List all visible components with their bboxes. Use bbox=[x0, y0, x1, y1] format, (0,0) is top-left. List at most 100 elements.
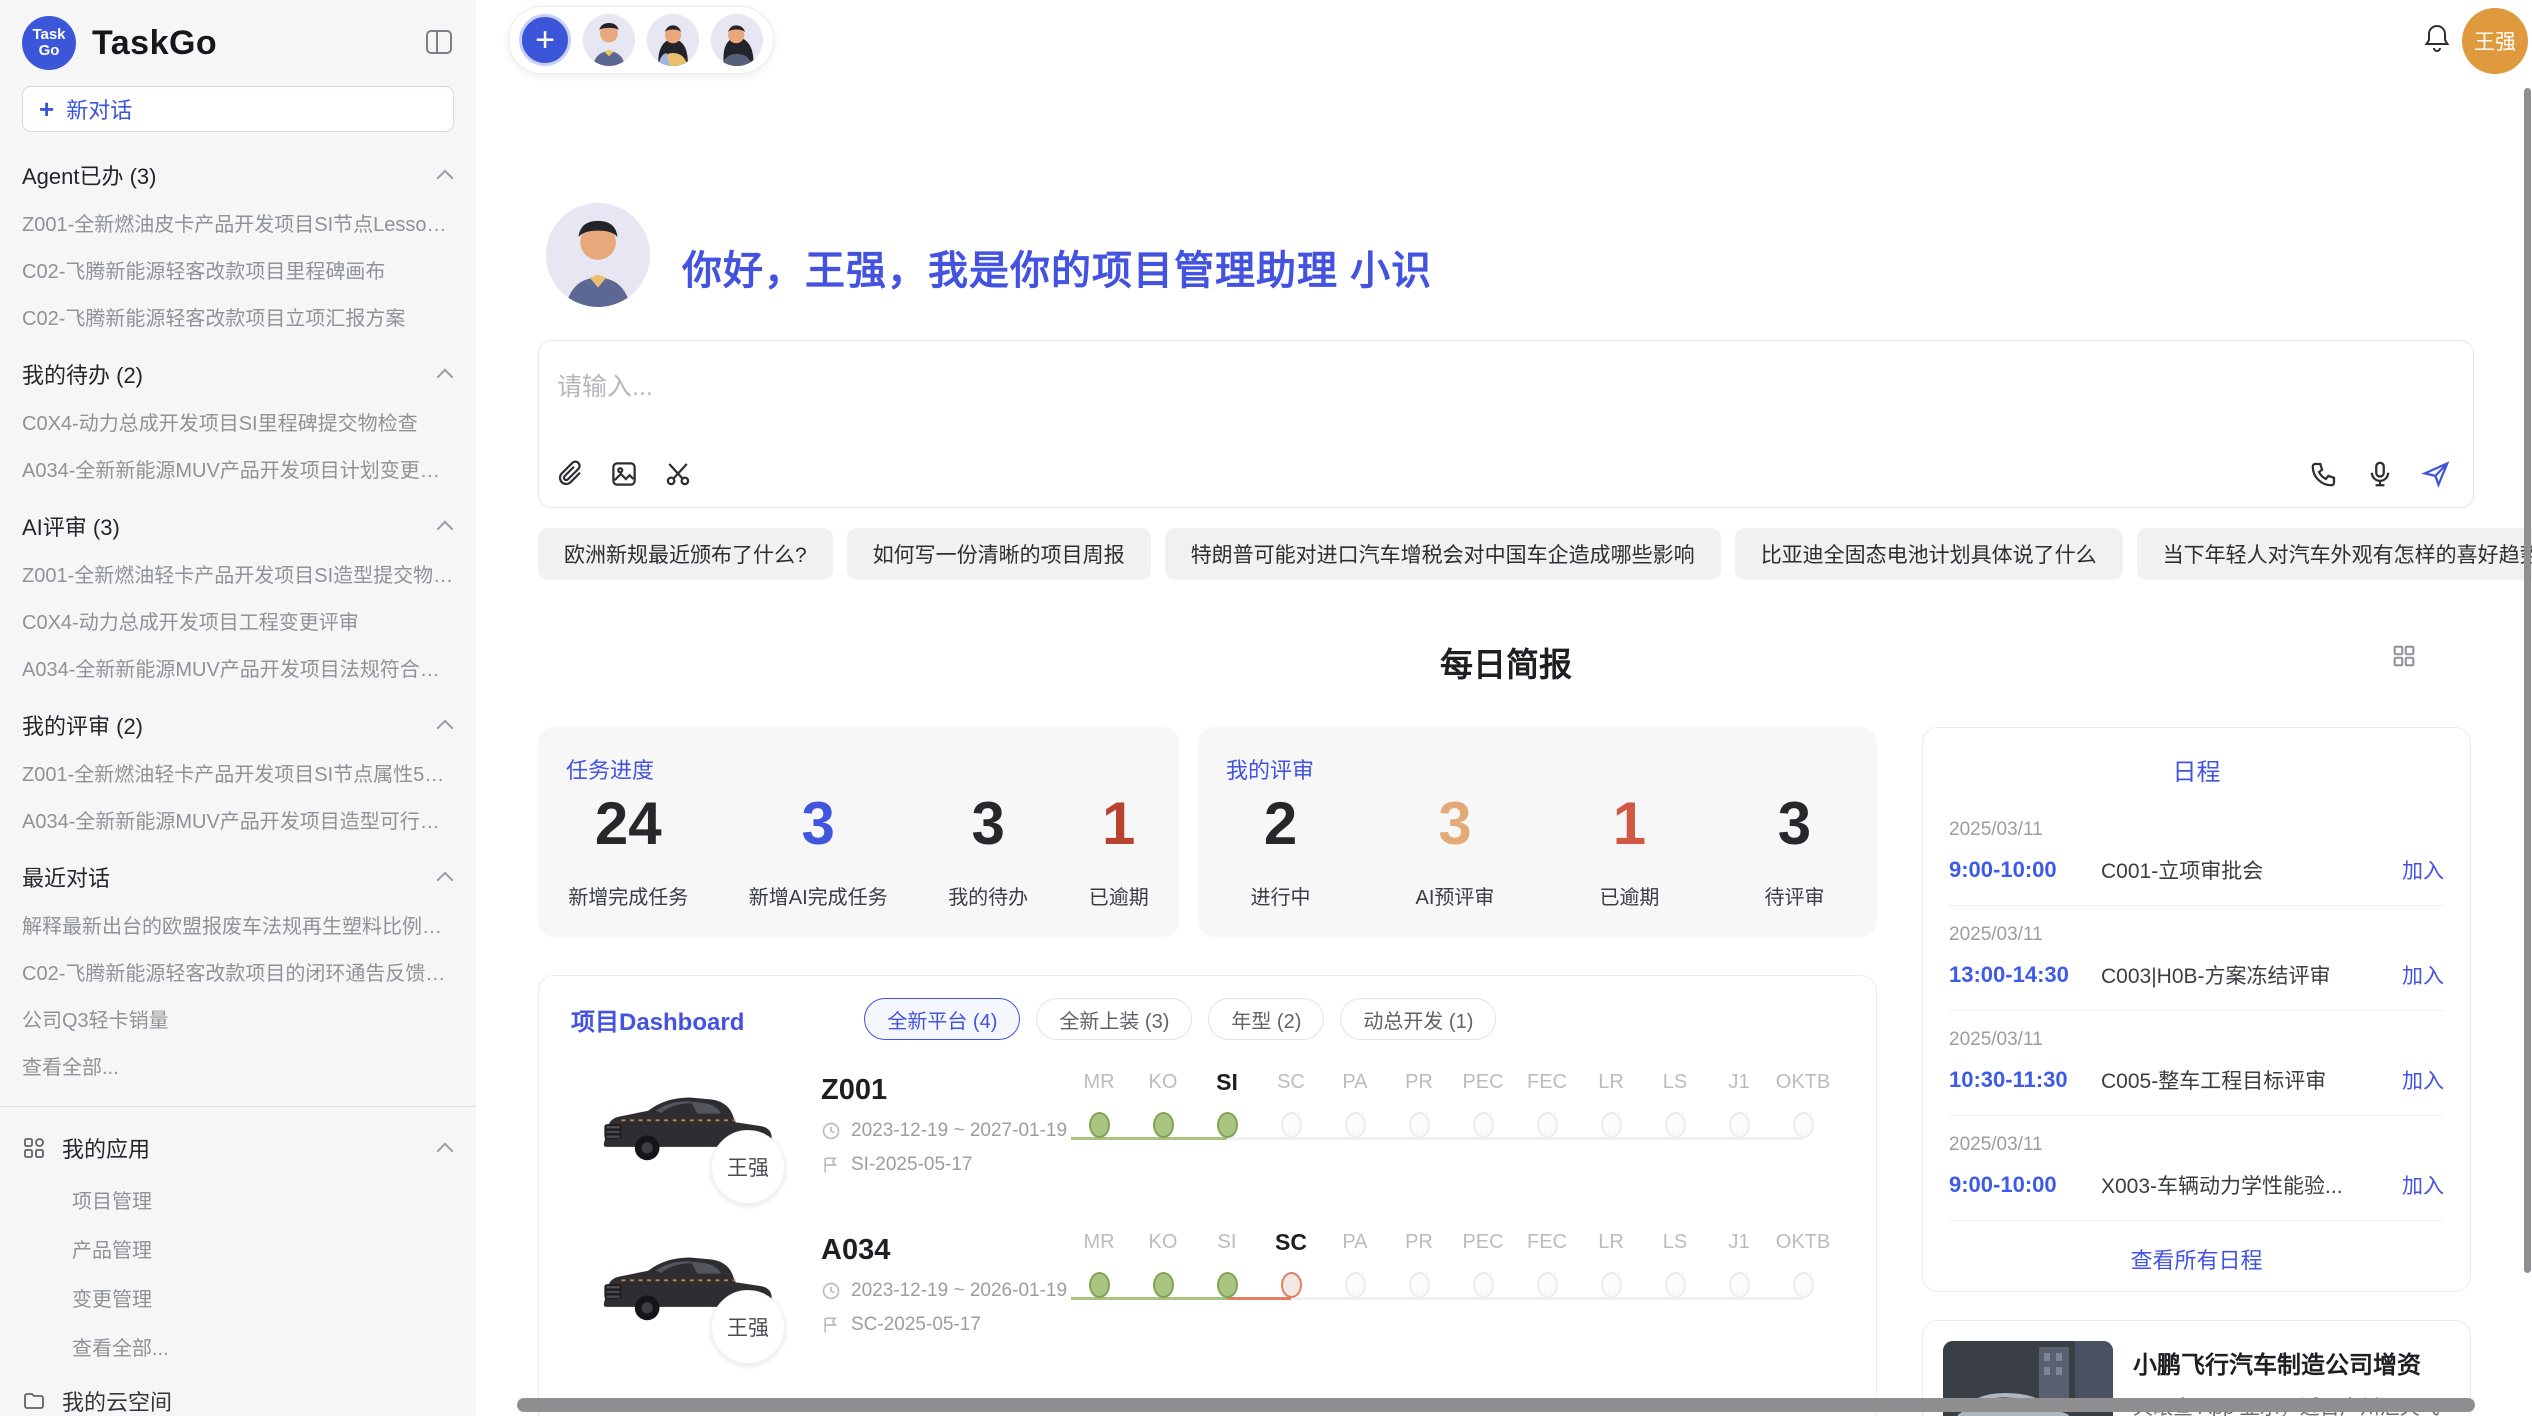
list-item[interactable]: A034-全新新能源MUV产品开发项目法规符合性评审 bbox=[22, 653, 454, 682]
phone-icon[interactable] bbox=[2309, 459, 2341, 491]
milestone-stop: LR bbox=[1583, 1068, 1639, 1138]
suggestion-chip[interactable]: 欧洲新规最近颁布了什么? bbox=[538, 528, 833, 580]
suggestion-chip[interactable]: 比亚迪全固态电池计划具体说了什么 bbox=[1735, 528, 2123, 580]
filter-tab-year-model[interactable]: 年型 (2) bbox=[1208, 998, 1324, 1040]
section-header-my-review[interactable]: 我的评审 (2) bbox=[22, 710, 454, 740]
new-chat-button[interactable]: + 新对话 bbox=[22, 86, 454, 132]
schedule-event[interactable]: 2025/03/11 10:30-11:30 C005-整车工程目标评审 加入 bbox=[1923, 1011, 2470, 1115]
list-item[interactable]: 公司Q3轻卡销量 bbox=[22, 1004, 454, 1033]
image-icon[interactable] bbox=[609, 459, 641, 491]
card-title: 任务进度 bbox=[566, 753, 654, 785]
milestone-stop-current: SI bbox=[1199, 1068, 1255, 1138]
schedule-event[interactable]: 2025/03/11 9:00-10:00 X003-车辆动力学性能验... 加… bbox=[1923, 1116, 2470, 1220]
schedule-event[interactable]: 2025/03/11 9:00-10:00 C001-立项审批会 加入 bbox=[1923, 801, 2470, 905]
join-link[interactable]: 加入 bbox=[2402, 1065, 2444, 1095]
user-name: 王强 bbox=[2474, 26, 2516, 56]
section-header-agent-done[interactable]: Agent已办 (3) bbox=[22, 160, 454, 190]
chevron-up-icon[interactable] bbox=[438, 167, 454, 183]
list-item[interactable]: C02-飞腾新能源轻客改款项目的闭环通告反馈情况 bbox=[22, 957, 454, 986]
stat-value: 1 bbox=[1599, 789, 1659, 859]
microphone-icon[interactable] bbox=[2365, 459, 2397, 491]
apps-grid-icon bbox=[22, 1136, 46, 1160]
milestone-stop: KO bbox=[1135, 1228, 1191, 1298]
suggestion-chip[interactable]: 如何写一份清晰的项目周报 bbox=[847, 528, 1151, 580]
view-all-conversations[interactable]: 查看全部... bbox=[22, 1051, 454, 1080]
event-date: 2025/03/11 bbox=[1949, 1134, 2444, 1156]
notifications-bell-icon[interactable] bbox=[2422, 22, 2452, 54]
view-all-apps[interactable]: 查看全部... bbox=[72, 1332, 454, 1361]
suggestion-chip[interactable]: 特朗普可能对进口汽车增税会对中国车企造成哪些影响 bbox=[1165, 528, 1721, 580]
chevron-up-icon[interactable] bbox=[438, 869, 454, 885]
milestone-timeline: MR KO SI SC PA PR PEC FEC LR LS J1 OKTB bbox=[1071, 1068, 1831, 1178]
flag-icon bbox=[821, 1155, 841, 1175]
section-header-recent[interactable]: 最近对话 bbox=[22, 862, 454, 892]
project-row[interactable]: 王强 Z001 2023-12-19 ~ 2027-01-19 SI-2025-… bbox=[539, 1068, 1876, 1218]
user-avatar[interactable]: 王强 bbox=[2462, 8, 2528, 74]
project-code: A034 bbox=[821, 1234, 890, 1267]
sidebar-item-cloud-space[interactable]: 我的云空间 bbox=[22, 1385, 454, 1416]
list-item[interactable]: Z001-全新燃油轻卡产品开发项目SI节点属性5D文件评审 bbox=[22, 758, 454, 787]
chevron-up-icon[interactable] bbox=[438, 717, 454, 733]
section-header-my-todo[interactable]: 我的待办 (2) bbox=[22, 359, 454, 389]
owner-name: 王强 bbox=[727, 1312, 769, 1342]
sidebar-item-my-apps[interactable]: 我的应用 bbox=[22, 1131, 454, 1165]
chevron-up-icon[interactable] bbox=[438, 518, 454, 534]
project-owner-badge: 王强 bbox=[711, 1290, 785, 1364]
vertical-scrollbar[interactable] bbox=[2524, 88, 2531, 1273]
chevron-up-icon[interactable] bbox=[438, 1140, 454, 1156]
section-header-ai-review[interactable]: AI评审 (3) bbox=[22, 511, 454, 541]
join-link[interactable]: 加入 bbox=[2402, 960, 2444, 990]
milestone-stop: SC bbox=[1263, 1068, 1319, 1138]
stat-overdue: 1 已逾期 bbox=[1599, 789, 1659, 910]
avatar[interactable] bbox=[583, 14, 635, 66]
sidebar-item-project-mgmt[interactable]: 项目管理 bbox=[72, 1185, 454, 1214]
add-conversation-button[interactable]: + bbox=[519, 14, 571, 66]
milestone-stop: LS bbox=[1647, 1068, 1703, 1138]
list-item[interactable]: C0X4-动力总成开发项目SI里程碑提交物检查 bbox=[22, 407, 454, 436]
task-progress-card: 任务进度 24 新增完成任务 3 新增AI完成任务 3 我的待办 1 已逾期 bbox=[538, 727, 1179, 937]
list-item[interactable]: 解释最新出台的欧盟报废车法规再生塑料比例被调至15%... bbox=[22, 910, 454, 939]
list-item[interactable]: C02-飞腾新能源轻客改款项目立项汇报方案 bbox=[22, 302, 454, 331]
project-row[interactable]: 王强 A034 2023-12-19 ~ 2026-01-19 SC-2025-… bbox=[539, 1228, 1876, 1378]
avatar[interactable] bbox=[647, 14, 699, 66]
main-area: + 王强 你好，王强，我是你的项目管理助理 小识 bbox=[476, 0, 2532, 1416]
filter-tab-new-body[interactable]: 全新上装 (3) bbox=[1036, 998, 1192, 1040]
list-item[interactable]: Z001-全新燃油轻卡产品开发项目SI造型提交物评审 bbox=[22, 559, 454, 588]
list-item[interactable]: Z001-全新燃油皮卡产品开发项目SI节点Lesson Learn报告 bbox=[22, 208, 454, 237]
list-item[interactable]: C02-飞腾新能源轻客改款项目里程碑画布 bbox=[22, 255, 454, 284]
project-code: Z001 bbox=[821, 1074, 887, 1107]
event-title: C001-立项审批会 bbox=[2101, 855, 2402, 885]
send-icon[interactable] bbox=[2421, 459, 2453, 491]
horizontal-scrollbar[interactable] bbox=[517, 1398, 2475, 1412]
avatar[interactable] bbox=[711, 14, 763, 66]
grid-view-icon[interactable] bbox=[2390, 642, 2418, 675]
list-item[interactable]: C0X4-动力总成开发项目工程变更评审 bbox=[22, 606, 454, 635]
stat-label: 进行中 bbox=[1251, 881, 1311, 910]
clock-icon bbox=[821, 1281, 841, 1301]
milestone-stop: OKTB bbox=[1775, 1228, 1831, 1298]
section-title: 我的待办 (2) bbox=[22, 358, 143, 390]
sidebar-item-product-mgmt[interactable]: 产品管理 bbox=[72, 1234, 454, 1263]
suggestion-chip[interactable]: 当下年轻人对汽车外观有怎样的喜好趋势 bbox=[2137, 528, 2532, 580]
filter-tab-powertrain[interactable]: 动总开发 (1) bbox=[1340, 998, 1496, 1040]
sidebar-item-change-mgmt[interactable]: 变更管理 bbox=[72, 1283, 454, 1312]
view-all-schedule-link[interactable]: 查看所有日程 bbox=[1923, 1243, 2470, 1275]
list-item[interactable]: A034-全新新能源MUV产品开发项目计划变更表编写 bbox=[22, 454, 454, 483]
chevron-up-icon[interactable] bbox=[438, 366, 454, 382]
join-link[interactable]: 加入 bbox=[2402, 1170, 2444, 1200]
schedule-title: 日程 bbox=[1923, 752, 2470, 787]
chat-input-card[interactable]: 请输入... bbox=[538, 340, 2474, 508]
scissors-icon[interactable] bbox=[663, 459, 695, 491]
event-time: 9:00-10:00 bbox=[1949, 857, 2101, 883]
assistant-avatar bbox=[546, 203, 650, 307]
filter-tab-new-platform[interactable]: 全新平台 (4) bbox=[864, 998, 1020, 1040]
collapse-sidebar-icon[interactable] bbox=[426, 30, 452, 54]
milestone-stop: MR bbox=[1071, 1228, 1127, 1298]
dashboard-header: 项目Dashboard 全新平台 (4) 全新上装 (3) 年型 (2) 动总开… bbox=[571, 998, 1512, 1040]
stat-overdue: 1 已逾期 bbox=[1089, 789, 1149, 910]
join-link[interactable]: 加入 bbox=[2402, 855, 2444, 885]
list-item[interactable]: A034-全新新能源MUV产品开发项目造型可行性评审 bbox=[22, 805, 454, 834]
chat-input-placeholder[interactable]: 请输入... bbox=[557, 367, 653, 403]
schedule-event[interactable]: 2025/03/11 13:00-14:30 C003|H0B-方案冻结评审 加… bbox=[1923, 906, 2470, 1010]
attach-icon[interactable] bbox=[555, 459, 587, 491]
